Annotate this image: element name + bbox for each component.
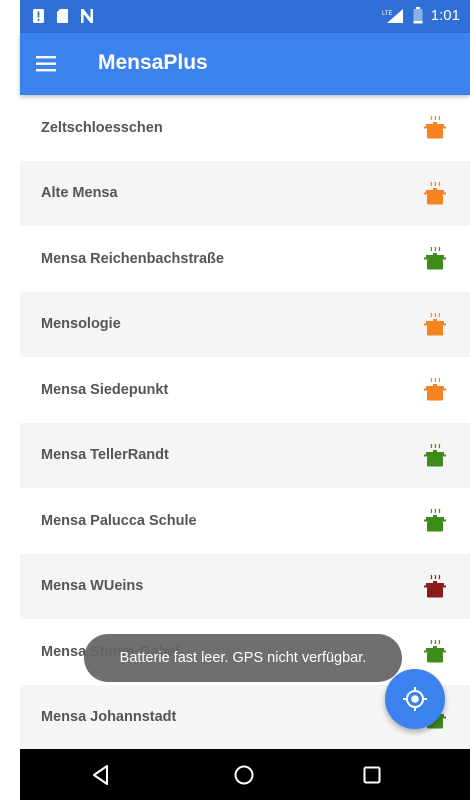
my-location-button[interactable] (385, 669, 445, 729)
mensa-name: Mensa Reichenbachstraße (41, 250, 224, 267)
mensa-name: Mensa Palucca Schule (41, 512, 197, 529)
app-title: MensaPlus (98, 51, 208, 74)
mensa-list-item[interactable]: Mensa Palucca Schule (20, 488, 470, 554)
cooking-pot-icon (424, 115, 446, 139)
mensa-name: Mensa WUeins (41, 578, 144, 595)
cooking-pot-icon (424, 639, 446, 663)
cooking-pot-icon (424, 574, 446, 597)
mensa-list-item[interactable]: Alte Mensa (20, 160, 470, 226)
back-triangle-icon[interactable] (88, 762, 114, 788)
app-bar: MensaPlus (20, 33, 470, 95)
screen: LTE 1:01 MensaPlus Zeltschloesschen Alte… (0, 0, 470, 800)
mensa-name: Alte Mensa (41, 185, 118, 202)
mensa-list-item[interactable]: Mensa WUeins (20, 553, 470, 619)
mensa-name: Mensologie (41, 316, 121, 333)
status-bar: LTE 1:01 (20, 0, 470, 33)
cooking-pot-icon (424, 508, 446, 532)
mensa-list-item[interactable]: Mensa Reichenbachstraße (20, 226, 470, 292)
system-status: LTE 1:01 (381, 7, 460, 24)
cooking-pot-icon (424, 443, 446, 466)
mensa-list-item[interactable]: Mensa TellerRandt (20, 422, 470, 488)
cooking-pot-icon (424, 181, 446, 204)
clock: 1:01 (430, 7, 460, 24)
cooking-pot-icon (424, 377, 446, 401)
mensa-name: Zeltschloesschen (41, 119, 163, 136)
svg-text:LTE: LTE (382, 11, 393, 17)
alert-icon (33, 9, 44, 23)
sd-card-icon (57, 9, 68, 23)
mensa-name: Mensa Johannstadt (41, 709, 177, 726)
nfc-n-icon (81, 9, 93, 23)
cooking-pot-icon (424, 246, 446, 270)
lte-signal-icon: LTE (382, 8, 403, 23)
mensa-list-item[interactable]: Zeltschloesschen (20, 95, 470, 161)
mensa-name: Mensa Siedepunkt (41, 381, 169, 398)
mensa-list-item[interactable]: Mensa Siedepunkt (20, 357, 470, 423)
my-location-icon (403, 687, 427, 711)
menu-icon[interactable] (34, 51, 60, 77)
home-circle-icon[interactable] (231, 762, 257, 788)
mensa-list-item[interactable]: Mensologie (20, 291, 470, 357)
toast-message: Batterie fast leer. GPS nicht verfügbar. (84, 634, 402, 682)
mensa-name: Mensa TellerRandt (41, 447, 169, 464)
navigation-bar (20, 749, 470, 800)
cooking-pot-icon (424, 312, 446, 335)
recents-square-icon[interactable] (359, 762, 385, 788)
notification-icons (32, 8, 94, 24)
battery-icon (413, 7, 423, 24)
